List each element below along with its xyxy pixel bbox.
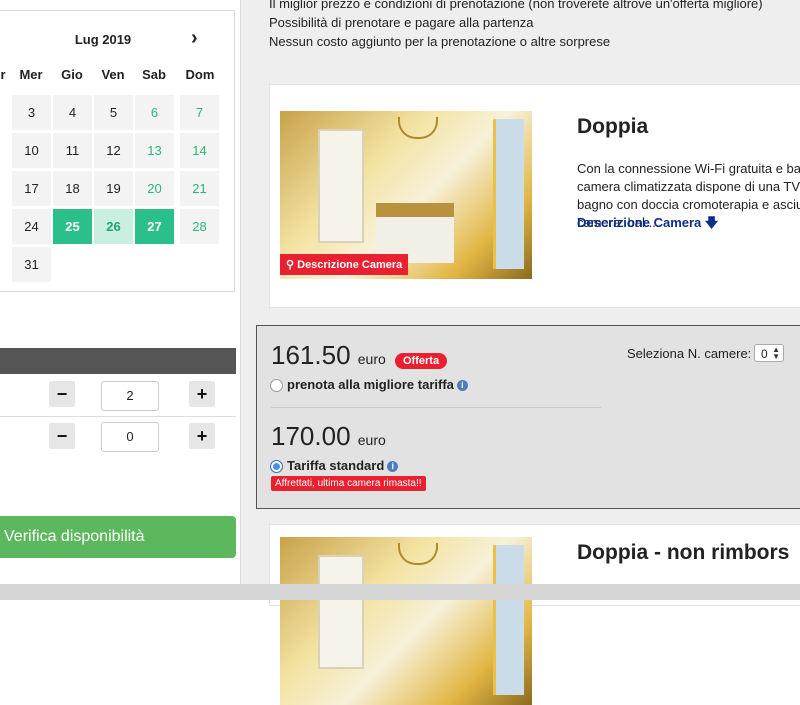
calendar-day-in-range[interactable]: 26 (94, 209, 133, 244)
benefit-item: Il miglior prezzo e condizioni di prenot… (269, 0, 763, 11)
rate-divider (271, 407, 601, 408)
standard-rate-label: Tariffa standard i (287, 458, 399, 473)
verify-availability-button[interactable]: Verifica disponibilità (0, 516, 236, 558)
calendar-day[interactable]: 10 (12, 133, 51, 168)
weekday-label: Dom (185, 67, 215, 82)
window-bottom-bar (0, 584, 800, 600)
room-card: ⚲ Descrizione Camera Doppia Con la conne… (269, 84, 800, 308)
calendar-month-label: Lug 2019 (74, 32, 132, 47)
chandelier-shape (398, 543, 438, 565)
children-plus-button[interactable]: + (189, 423, 215, 449)
standard-price: 170.00 euro (271, 421, 386, 452)
calendar-day[interactable]: 31 (12, 247, 51, 282)
adults-plus-button[interactable]: + (189, 381, 215, 407)
room-photo[interactable] (280, 537, 532, 705)
rooms-select-label: Seleziona N. camere: (627, 346, 752, 361)
standard-rate-label-text: Tariffa standard (287, 458, 385, 473)
select-arrows-icon: ▲ ▼ (772, 345, 780, 361)
calendar-day-checkout[interactable]: 27 (135, 209, 174, 244)
calendar-day[interactable]: 11 (53, 133, 92, 168)
calendar-day[interactable]: 14 (180, 133, 219, 168)
calendar-day-checkin[interactable]: 25 (53, 209, 92, 244)
info-icon[interactable]: i (387, 461, 399, 473)
last-room-alert: Affrettati, ultima camera rimasta!! (271, 476, 426, 491)
room-photo[interactable]: ⚲ Descrizione Camera (280, 111, 532, 279)
calendar-day[interactable]: 20 (135, 171, 174, 206)
children-minus-button[interactable]: − (49, 423, 75, 449)
calendar-day[interactable]: 17 (12, 171, 51, 206)
arrow-down-icon: 🡇 (704, 215, 719, 230)
calendar-day[interactable]: 7 (180, 95, 219, 130)
calendar-day[interactable]: 6 (135, 95, 174, 130)
next-month-icon[interactable]: › (191, 27, 198, 50)
standard-rate-radio[interactable] (270, 460, 283, 473)
offer-price: 161.50 euro (271, 340, 386, 371)
divider (0, 416, 236, 417)
room-description-line: bagno con doccia cromoterapia e asciu (577, 197, 800, 212)
calendar-day[interactable]: 24 (12, 209, 51, 244)
offer-price-unit: euro (357, 351, 386, 367)
guests-header-bar (0, 348, 236, 374)
weekday-label: Sab (142, 67, 166, 82)
benefits-list: Il miglior prezzo e condizioni di prenot… (269, 0, 763, 51)
calendar-day[interactable]: 28 (180, 209, 219, 244)
weekday-label: Ven (101, 67, 125, 82)
benefit-item: Possibilità di prenotare e pagare alla p… (269, 15, 534, 30)
adults-quantity-input[interactable]: 2 (101, 381, 159, 411)
room-description-link-label: Descrizione Camera (577, 215, 702, 230)
door-shape (318, 555, 364, 669)
calendar-day[interactable]: 21 (180, 171, 219, 206)
calendar: Lug 2019 › r Mer Gio Ven Sab Dom 3 4 5 6… (0, 10, 235, 292)
search-icon: ⚲ (286, 259, 295, 271)
room-description-line: camera climatizzata dispone di una TV (577, 179, 800, 194)
room-description-line: Con la connessione Wi-Fi gratuita e bal (577, 161, 800, 176)
booking-sidebar: Lug 2019 › r Mer Gio Ven Sab Dom 3 4 5 6… (0, 0, 240, 600)
window-shape (493, 545, 524, 695)
calendar-day[interactable]: 4 (53, 95, 92, 130)
rate-selection-box: 161.50 euro Offerta prenota alla miglior… (256, 325, 800, 509)
room-description-button-label: Descrizione Camera (297, 259, 403, 271)
room-description-button[interactable]: ⚲ Descrizione Camera (280, 254, 409, 275)
chandelier-shape (398, 117, 438, 139)
weekday-label: Gio (61, 67, 83, 82)
door-shape (318, 129, 364, 243)
offer-badge: Offerta (395, 353, 448, 369)
info-icon[interactable]: i (456, 380, 468, 392)
calendar-day[interactable]: 12 (94, 133, 133, 168)
rooms-count-select[interactable]: 0 ▲ ▼ (754, 344, 784, 362)
best-rate-radio[interactable] (270, 379, 283, 392)
best-rate-label: prenota alla migliore tariffa i (287, 377, 468, 392)
calendar-day[interactable]: 13 (135, 133, 174, 168)
room-description-link[interactable]: Descrizione Camera 🡇 (577, 214, 718, 236)
best-rate-label-text: prenota alla migliore tariffa (287, 377, 454, 392)
children-quantity-input[interactable]: 0 (101, 422, 159, 452)
offer-price-value: 161.50 (271, 340, 351, 370)
calendar-day[interactable]: 3 (12, 95, 51, 130)
room-title: Doppia (577, 115, 649, 138)
results-panel: Il miglior prezzo e condizioni di prenot… (241, 0, 800, 705)
calendar-day[interactable]: 19 (94, 171, 133, 206)
weekday-label: Mer (19, 67, 43, 82)
calendar-day[interactable]: 5 (94, 95, 133, 130)
window-shape (493, 119, 524, 269)
calendar-day[interactable]: 18 (53, 171, 92, 206)
standard-price-value: 170.00 (271, 421, 351, 451)
standard-price-unit: euro (357, 432, 386, 448)
adults-minus-button[interactable]: − (49, 381, 75, 407)
room-title: Doppia - non rimbors (577, 541, 790, 564)
rooms-count-value: 0 (761, 347, 768, 361)
benefit-item: Nessun costo aggiunto per la prenotazion… (269, 34, 611, 49)
